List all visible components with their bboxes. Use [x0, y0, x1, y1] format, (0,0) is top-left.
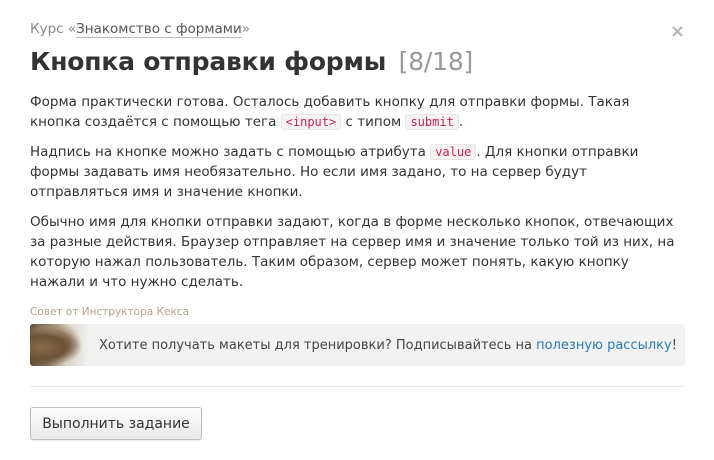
course-suffix: » [241, 21, 251, 37]
progress-counter: [8/18] [398, 47, 474, 76]
task-modal: × Курс «Знакомство с формами» Кнопка отп… [0, 0, 714, 460]
p2-text-1: Надпись на кнопке можно задать с помощью… [30, 144, 431, 160]
title-text: Кнопка отправки формы [30, 47, 387, 76]
newsletter-link[interactable]: полезную рассылку [536, 338, 672, 353]
instructor-avatar [30, 324, 90, 366]
p1-text-3: . [458, 114, 464, 130]
tip-text: Хотите получать макеты для тренировки? П… [99, 338, 677, 353]
page-title: Кнопка отправки формы [8/18] [30, 44, 473, 80]
code-input-tag: <input> [280, 114, 342, 130]
course-breadcrumb: Курс «Знакомство с формами» [30, 20, 250, 38]
tip-label: Совет от Инструктора Кекса [30, 306, 190, 318]
paragraph-3: Обычно имя для кнопки отправки задают, к… [30, 214, 675, 290]
paragraph-2: Надпись на кнопке можно задать с помощью… [30, 142, 680, 202]
code-value: value [430, 144, 477, 160]
complete-task-button[interactable]: Выполнить задание [30, 407, 202, 440]
close-icon[interactable]: × [670, 22, 685, 42]
tip-box: Хотите получать макеты для тренировки? П… [30, 324, 685, 366]
tip-message: Хотите получать макеты для тренировки? П… [99, 337, 537, 353]
code-submit: submit [405, 114, 459, 130]
course-prefix: Курс « [30, 21, 77, 37]
course-link[interactable]: Знакомство с формами [76, 21, 242, 38]
lesson-content: Форма практически готова. Осталось добав… [30, 92, 680, 302]
paragraph-1: Форма практически готова. Осталось добав… [30, 92, 680, 132]
tip-suffix: ! [671, 337, 677, 353]
p1-text-2: с типом [341, 114, 406, 130]
divider [30, 386, 685, 387]
